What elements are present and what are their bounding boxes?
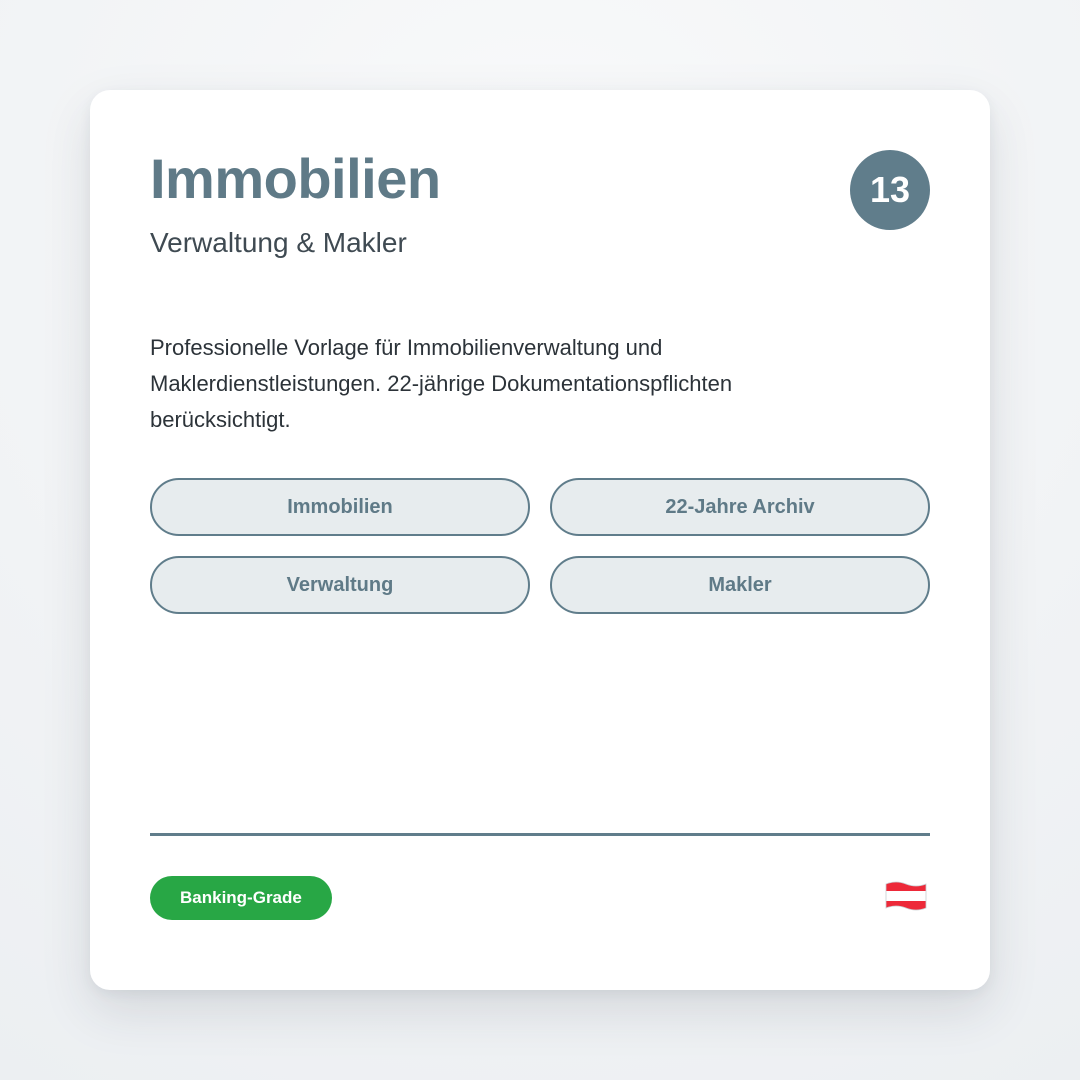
tag-immobilien[interactable]: Immobilien bbox=[150, 478, 530, 536]
number-badge: 13 bbox=[850, 150, 930, 230]
tag-archiv[interactable]: 22-Jahre Archiv bbox=[550, 478, 930, 536]
tag-verwaltung[interactable]: Verwaltung bbox=[150, 556, 530, 614]
tag-makler[interactable]: Makler bbox=[550, 556, 930, 614]
tag-list: Immobilien 22-Jahre Archiv Verwaltung Ma… bbox=[150, 478, 930, 614]
austria-flag-icon bbox=[885, 881, 927, 911]
footer-divider bbox=[150, 833, 930, 836]
template-card[interactable]: Immobilien Verwaltung & Makler 13 Profes… bbox=[90, 90, 990, 990]
card-description: Professionelle Vorlage für Immobilienver… bbox=[150, 335, 733, 432]
banking-grade-badge: Banking-Grade bbox=[150, 876, 332, 920]
card-subtitle: Verwaltung & Makler bbox=[150, 227, 407, 258]
card-title: Immobilien bbox=[150, 147, 441, 210]
